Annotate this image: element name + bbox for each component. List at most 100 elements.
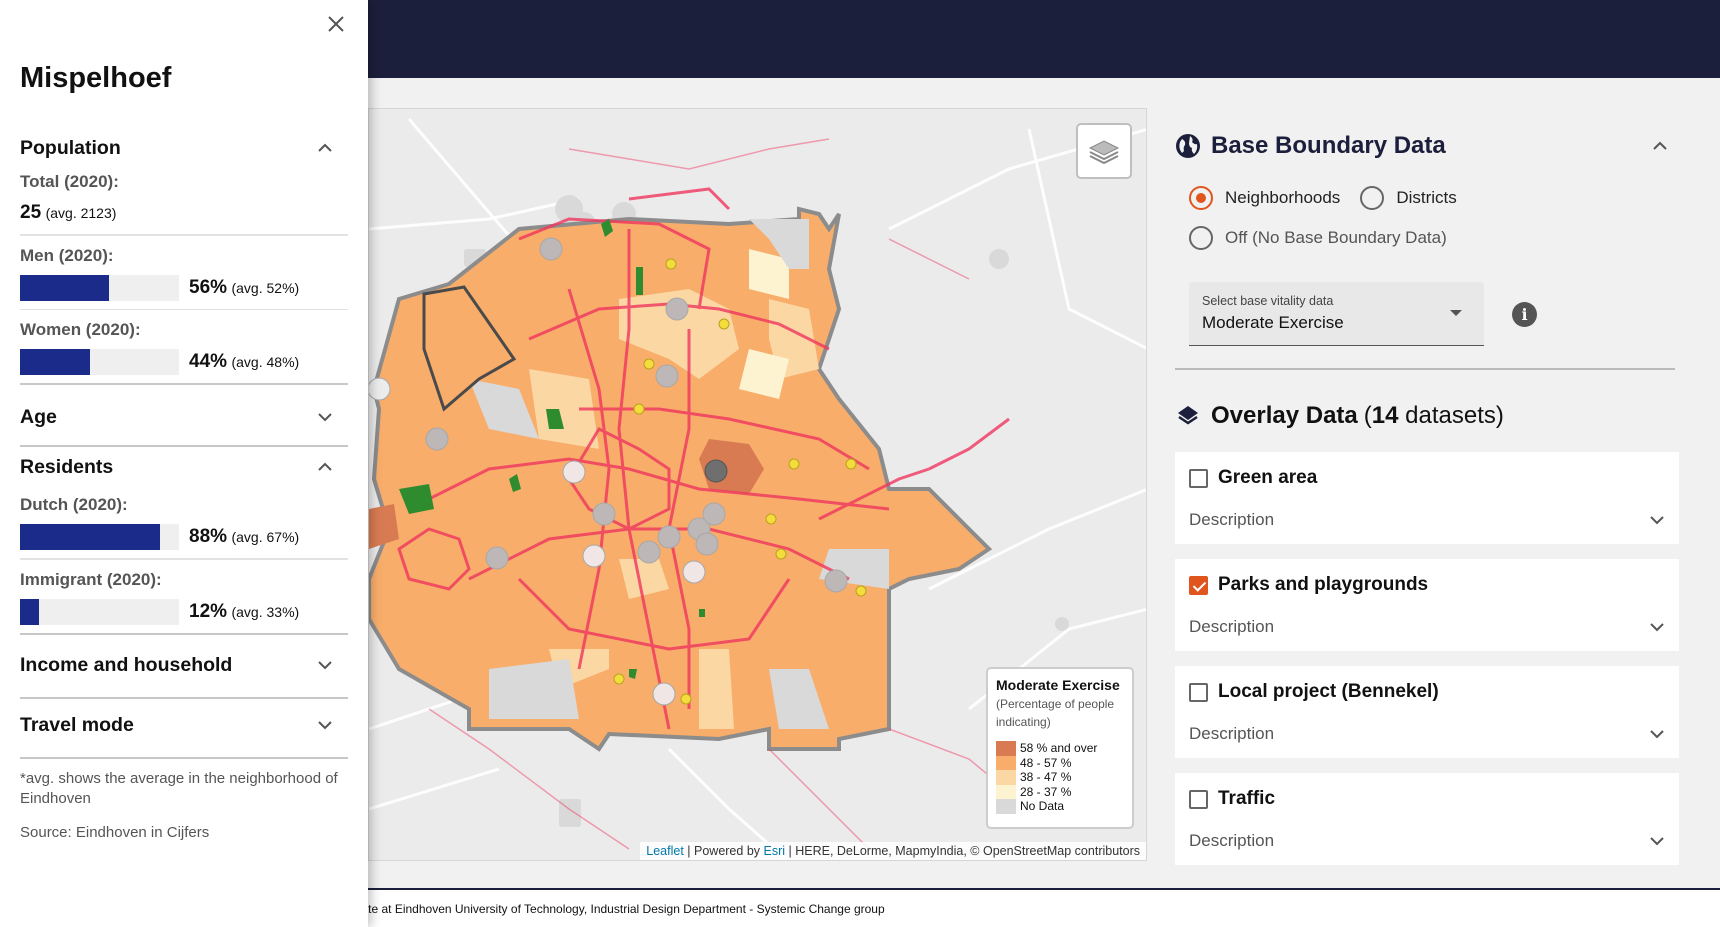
legend-label: 38 - 47 %: [1020, 770, 1072, 785]
vitality-data-select[interactable]: Select base vitality data Moderate Exerc…: [1189, 282, 1484, 346]
legend-items: 58 % and over 48 - 57 % 38 - 47 % 28 - 37 %…: [996, 741, 1124, 814]
overlay-item: Parks and playgrounds Description: [1175, 559, 1679, 651]
divider: [20, 632, 348, 635]
base-boundary-header[interactable]: Base Boundary Data: [1175, 126, 1692, 166]
accordion-header[interactable]: Age: [20, 397, 348, 437]
progress-bar-fill: [20, 598, 40, 625]
accordion-title: Income and household: [20, 653, 233, 676]
info-icon[interactable]: i: [1512, 301, 1537, 327]
legend-item: 58 % and over: [996, 741, 1124, 756]
legend-label: 28 - 37 %: [1020, 784, 1072, 799]
chevron-up-icon[interactable]: [1650, 136, 1670, 156]
map-marker[interactable]: [637, 540, 661, 564]
accordion-header[interactable]: Income and household: [20, 645, 348, 685]
map-marker[interactable]: [562, 460, 586, 484]
overlay-checkbox-row[interactable]: Traffic: [1189, 788, 1275, 810]
chevron-down-icon[interactable]: [1649, 833, 1665, 849]
chevron-down-icon[interactable]: [316, 656, 334, 674]
map-marker[interactable]: [582, 544, 606, 568]
attribution-text: | Powered by: [683, 844, 764, 858]
chevron-down-icon[interactable]: [1649, 619, 1665, 635]
map-marker[interactable]: [824, 569, 848, 593]
section-title: Overlay Data: [1211, 402, 1358, 429]
esri-link[interactable]: Esri: [764, 844, 786, 858]
overlay-checkbox-row[interactable]: Local project (Bennekel): [1189, 681, 1439, 703]
radio-indicator[interactable]: [1189, 226, 1213, 250]
chevron-up-icon[interactable]: [316, 139, 334, 157]
average-note: *avg. shows the average in the neighborh…: [20, 770, 338, 807]
stat-bar-row: 44% (avg. 48%): [20, 349, 348, 375]
radio-off[interactable]: Off (No Base Boundary Data): [1189, 226, 1447, 250]
radio-neighborhoods[interactable]: Neighborhoods: [1189, 186, 1340, 210]
accordion-population: Population Total (2020): 25 (avg. 2123) …: [20, 128, 348, 385]
chevron-down-icon[interactable]: [316, 716, 334, 734]
stat-label: Total (2020):: [20, 172, 119, 191]
overlay-checkbox-row[interactable]: Parks and playgrounds: [1189, 574, 1428, 596]
map-marker[interactable]: [718, 318, 730, 330]
map-view[interactable]: Moderate Exercise (Percentage of people …: [368, 108, 1147, 861]
map-marker[interactable]: [655, 364, 679, 388]
radio-selected-indicator[interactable]: [1189, 186, 1213, 210]
accordion-header[interactable]: Residents: [20, 447, 348, 487]
radio-label: Neighborhoods: [1225, 188, 1341, 207]
neighborhood-title: Mispelhoef: [20, 62, 172, 94]
map-marker[interactable]: [633, 403, 645, 415]
accordion-header[interactable]: Travel mode: [20, 705, 348, 745]
overlay-checkbox-row[interactable]: Green area: [1189, 467, 1317, 489]
chevron-down-icon[interactable]: [1649, 726, 1665, 742]
map-marker[interactable]: [775, 548, 787, 560]
map-marker[interactable]: [788, 458, 800, 470]
map-marker[interactable]: [682, 560, 706, 584]
map-marker[interactable]: [657, 525, 681, 549]
overlay-label: Green area: [1218, 467, 1318, 488]
map-marker[interactable]: [680, 693, 692, 705]
description-toggle[interactable]: Description: [1189, 724, 1274, 744]
leaflet-link[interactable]: Leaflet: [646, 844, 684, 858]
overlay-label: Traffic: [1218, 788, 1276, 809]
chevron-up-icon[interactable]: [316, 458, 334, 476]
legend-swatch: [996, 770, 1016, 785]
layers-control-button[interactable]: [1076, 123, 1132, 179]
accordion-title: Residents: [20, 455, 114, 478]
legend-swatch: [996, 755, 1016, 770]
map-marker[interactable]: [695, 532, 719, 556]
map-marker[interactable]: [665, 297, 689, 321]
map-marker[interactable]: [845, 458, 857, 470]
map-marker[interactable]: [539, 237, 563, 261]
description-toggle[interactable]: Description: [1189, 617, 1274, 637]
radio-districts[interactable]: Districts: [1360, 186, 1457, 210]
map-marker[interactable]: [652, 682, 676, 706]
legend-swatch: [996, 799, 1016, 814]
chevron-down-icon[interactable]: [1649, 512, 1665, 528]
map-marker[interactable]: [643, 358, 655, 370]
stat-bar-row: 88% (avg. 67%): [20, 524, 348, 550]
checkbox[interactable]: [1189, 789, 1208, 809]
description-toggle[interactable]: Description: [1189, 831, 1274, 851]
checkbox-checked[interactable]: [1189, 575, 1208, 595]
checkbox[interactable]: [1189, 682, 1208, 702]
close-icon[interactable]: [325, 13, 347, 35]
map-marker[interactable]: [765, 513, 777, 525]
map-marker[interactable]: [704, 459, 728, 483]
stat-value: 25: [20, 202, 42, 223]
map-marker[interactable]: [702, 502, 726, 526]
legend-item: No Data: [996, 799, 1124, 814]
description-toggle[interactable]: Description: [1189, 510, 1274, 530]
chevron-down-icon[interactable]: [316, 408, 334, 426]
accordion-residents: Residents Dutch (2020): 88% (avg. 67%) I…: [20, 447, 348, 635]
progress-bar: [20, 274, 179, 301]
map-marker[interactable]: [369, 377, 391, 401]
checkbox[interactable]: [1189, 468, 1208, 488]
accordion-header[interactable]: Population: [20, 128, 348, 168]
map-marker[interactable]: [425, 427, 449, 451]
map-marker[interactable]: [855, 585, 867, 597]
dropdown-caret-icon: [1450, 310, 1462, 316]
accordion-title: Population: [20, 136, 121, 159]
radio-indicator[interactable]: [1360, 186, 1385, 210]
legend-item: 28 - 37 %: [996, 784, 1124, 799]
map-marker[interactable]: [613, 673, 625, 685]
stat-label: Dutch (2020):: [20, 495, 128, 514]
map-marker[interactable]: [592, 502, 616, 526]
map-marker[interactable]: [485, 546, 509, 570]
map-marker[interactable]: [665, 258, 677, 270]
